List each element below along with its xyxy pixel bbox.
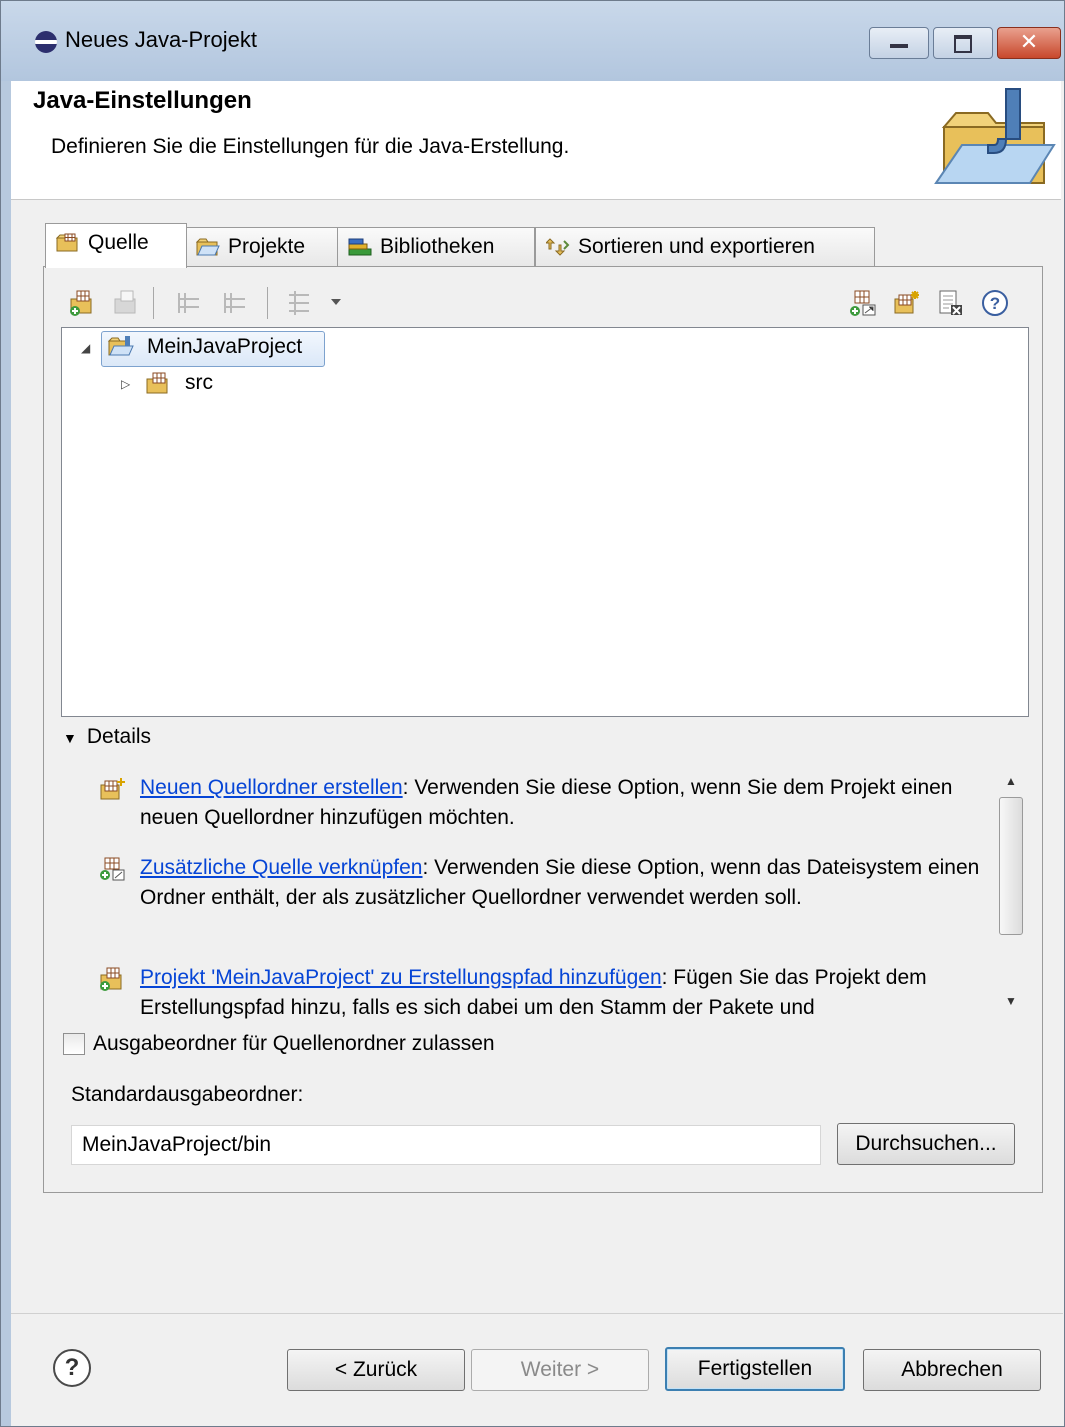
page-description: Definieren Sie die Einstellungen für die… (51, 135, 570, 158)
minimize-button[interactable] (869, 27, 929, 59)
wizard-header: Java-Einstellungen Definieren Sie die Ei… (11, 81, 1061, 200)
cancel-button[interactable]: Abbrechen (863, 1349, 1041, 1391)
back-button[interactable]: < Zurück (287, 1349, 465, 1391)
details-toggle[interactable]: ▼ Details (63, 725, 151, 749)
add-project-to-buildpath-link[interactable]: Projekt 'MeinJavaProject' zu Erstellungs… (140, 966, 662, 989)
link-source-icon[interactable] (849, 289, 877, 317)
project-folder-icon (196, 238, 220, 256)
details-label: Details (86, 725, 152, 748)
maximize-icon (954, 35, 972, 53)
new-source-folder-icon[interactable] (893, 289, 921, 317)
source-toolbar: ? (63, 281, 1028, 327)
detail-text: Zusätzliche Quelle verknüpfen: Verwenden… (140, 853, 990, 913)
exclude-icon[interactable] (219, 289, 247, 317)
tree-item-project[interactable]: MeinJavaProject (147, 330, 302, 364)
footer-separator (11, 1313, 1063, 1314)
svg-text:?: ? (990, 294, 1000, 313)
scrollbar-thumb[interactable] (999, 797, 1023, 935)
new-source-folder-icon (100, 778, 125, 800)
dropdown-arrow-icon[interactable] (329, 295, 343, 309)
tab-sortieren-exportieren[interactable]: Sortieren und exportieren (535, 227, 875, 266)
tab-sortieren-exportieren-label: Sortieren und exportieren (578, 235, 815, 258)
allow-output-folders-label: Ausgabeordner für Quellenordner zulassen (93, 1032, 495, 1055)
help-icon[interactable]: ? (53, 1349, 91, 1387)
details-content: Neuen Quellordner erstellen: Verwenden S… (91, 767, 996, 1019)
minimize-icon (890, 44, 908, 48)
tree-collapsed-arrow-icon[interactable]: ▷ (121, 377, 130, 391)
scroll-up-arrow-icon[interactable]: ▲ (997, 769, 1025, 793)
close-icon: ✕ (1019, 29, 1039, 54)
tab-bibliotheken[interactable]: Bibliotheken (337, 227, 535, 266)
remove-source-folder-icon[interactable] (113, 289, 141, 317)
tab-quelle-label: Quelle (88, 231, 149, 254)
page-title: Java-Einstellungen (33, 87, 252, 114)
allow-output-folders-checkbox[interactable] (63, 1033, 85, 1056)
next-button[interactable]: Weiter > (471, 1349, 649, 1391)
title-bar: Neues Java-Projekt ✕ (1, 1, 1064, 81)
close-button[interactable]: ✕ (997, 27, 1061, 59)
source-folder-icon (146, 372, 168, 394)
add-source-folder-icon[interactable] (69, 289, 97, 317)
tab-bibliotheken-label: Bibliotheken (380, 235, 495, 258)
triangle-down-icon: ▼ (63, 730, 77, 746)
java-folder-banner-icon (934, 88, 1056, 184)
tab-quelle[interactable]: Quelle (45, 223, 187, 268)
configure-icon[interactable] (285, 289, 313, 317)
finish-button[interactable]: Fertigstellen (665, 1347, 845, 1391)
browse-button[interactable]: Durchsuchen... (837, 1123, 1015, 1165)
tab-projekte-label: Projekte (228, 235, 306, 258)
allow-output-folders-row[interactable]: Ausgabeordner für Quellenordner zulassen (63, 1031, 495, 1059)
tree-expanded-arrow-icon[interactable]: ◢ (81, 341, 90, 355)
include-icon[interactable] (175, 289, 203, 317)
collapse-all-icon[interactable] (937, 289, 965, 317)
java-project-icon (107, 336, 134, 356)
detail-text: Projekt 'MeinJavaProject' zu Erstellungs… (140, 963, 990, 1019)
tree-item-src[interactable]: src (185, 366, 213, 400)
link-additional-source-link[interactable]: Zusätzliche Quelle verknüpfen (140, 856, 423, 879)
help-icon[interactable]: ? (981, 289, 1009, 317)
add-project-to-buildpath-icon (100, 967, 122, 991)
default-output-field[interactable]: MeinJavaProject/bin (71, 1125, 821, 1165)
details-scrollbar[interactable]: ▲ ▼ (997, 767, 1025, 1019)
tab-projekte[interactable]: Projekte (185, 227, 339, 266)
window-title: Neues Java-Projekt (65, 27, 257, 52)
dialog-window: Neues Java-Projekt ✕ Java-Einstellungen … (0, 0, 1065, 1427)
window-frame-left (1, 81, 11, 1426)
libraries-icon (348, 238, 372, 256)
create-source-folder-link[interactable]: Neuen Quellordner erstellen (140, 776, 403, 799)
default-output-label: Standardausgabeordner: (71, 1083, 304, 1106)
detail-text: Neuen Quellordner erstellen: Verwenden S… (140, 773, 990, 833)
toolbar-separator (267, 287, 268, 319)
eclipse-icon (35, 31, 57, 53)
order-export-icon (546, 238, 570, 257)
source-folder-icon (56, 233, 78, 252)
scroll-down-arrow-icon[interactable]: ▼ (997, 989, 1025, 1013)
toolbar-separator (153, 287, 154, 319)
maximize-button[interactable] (933, 27, 993, 59)
link-source-icon (100, 857, 125, 881)
